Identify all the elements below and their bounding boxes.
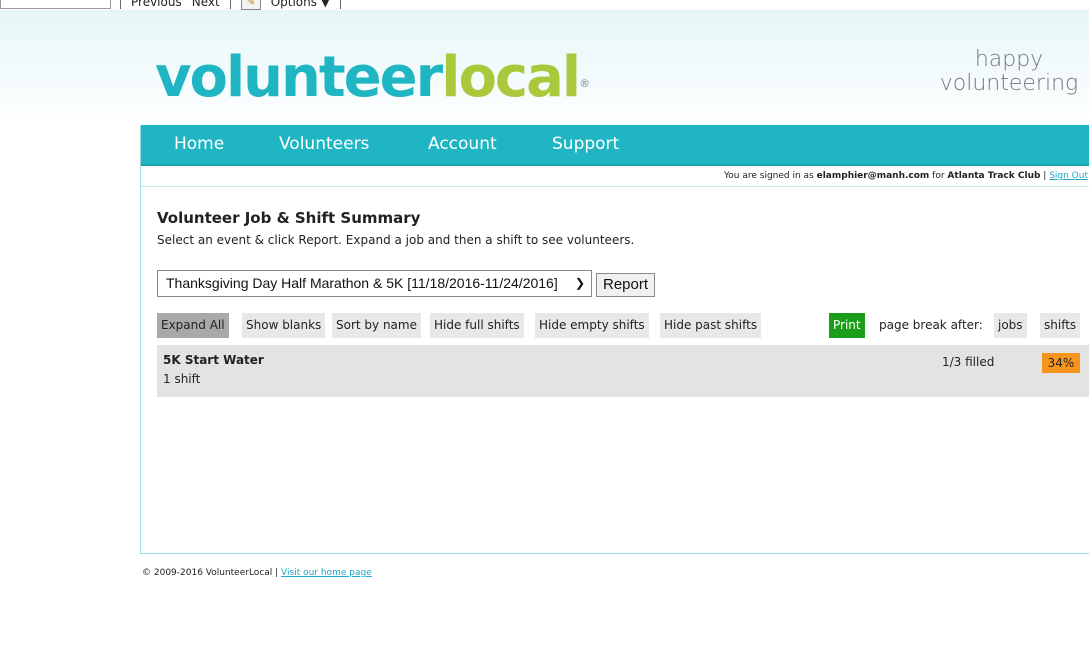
signed-in-bar: You are signed in as elamphier@manh.com … bbox=[141, 166, 1089, 187]
signed-in-middle: for bbox=[929, 171, 948, 181]
separator bbox=[229, 0, 231, 9]
hide-full-shifts-button[interactable]: Hide full shifts bbox=[430, 313, 524, 338]
signed-in-separator: | bbox=[1040, 171, 1050, 181]
logo-part-volunteer: volunteer bbox=[155, 45, 443, 110]
nav-volunteers[interactable]: Volunteers bbox=[279, 125, 369, 164]
expand-all-button[interactable]: Expand All bbox=[157, 313, 229, 338]
page-break-label: page break after: bbox=[879, 318, 983, 332]
next-button[interactable]: Next bbox=[192, 0, 220, 9]
report-button[interactable]: Report bbox=[596, 273, 656, 297]
previous-button[interactable]: Previous bbox=[131, 0, 182, 9]
main-frame: Home Volunteers Account Support You are … bbox=[140, 125, 1089, 554]
sign-out-link[interactable]: Sign Out bbox=[1049, 171, 1088, 181]
organization-name: Atlanta Track Club bbox=[947, 171, 1041, 181]
footer-copyright: © 2009-2016 VolunteerLocal bbox=[142, 568, 273, 578]
separator bbox=[120, 0, 121, 9]
hide-empty-shifts-button[interactable]: Hide empty shifts bbox=[535, 313, 649, 338]
page-break-jobs-button[interactable]: jobs bbox=[994, 313, 1027, 338]
pencil-icon[interactable]: ✎ bbox=[240, 0, 261, 10]
home-page-link[interactable]: Visit our home page bbox=[281, 568, 372, 578]
main-nav: Home Volunteers Account Support bbox=[141, 125, 1089, 166]
separator bbox=[340, 0, 342, 9]
tagline-line2: volunteering bbox=[939, 71, 1079, 96]
volunteerlocal-logo[interactable]: volunteerlocal® bbox=[155, 50, 590, 106]
event-select-value: Thanksgiving Day Half Marathon & 5K [11/… bbox=[166, 275, 558, 291]
registered-mark: ® bbox=[579, 77, 591, 90]
job-filled-count: 1/3 filled bbox=[942, 355, 995, 369]
happy-volunteering-tagline: happy volunteering bbox=[929, 48, 1089, 96]
nav-account[interactable]: Account bbox=[428, 125, 497, 164]
event-select[interactable]: Thanksgiving Day Half Marathon & 5K [11/… bbox=[157, 270, 592, 297]
footer-separator: | bbox=[272, 568, 282, 578]
job-percent-badge: 34% bbox=[1042, 353, 1080, 373]
job-shift-count: 1 shift bbox=[163, 372, 201, 386]
signed-in-text: You are signed in as elamphier@manh.com … bbox=[724, 166, 1088, 186]
job-name: 5K Start Water bbox=[163, 353, 264, 367]
page-break-shifts-button[interactable]: shifts bbox=[1040, 313, 1081, 338]
nav-home[interactable]: Home bbox=[174, 125, 224, 164]
nav-support[interactable]: Support bbox=[552, 125, 619, 164]
logo-part-local: local bbox=[441, 45, 581, 110]
find-nav: Previous Next ✎ Options ▼ bbox=[120, 0, 342, 10]
site-header: volunteerlocal® happy volunteering bbox=[0, 10, 1089, 125]
job-row[interactable]: 5K Start Water 1 shift 1/3 filled 34% bbox=[157, 345, 1089, 397]
page-title: Volunteer Job & Shift Summary bbox=[157, 209, 421, 227]
browser-toolbar: Previous Next ✎ Options ▼ bbox=[0, 0, 1089, 10]
show-blanks-button[interactable]: Show blanks bbox=[242, 313, 326, 338]
footer: © 2009-2016 VolunteerLocal | Visit our h… bbox=[142, 568, 372, 578]
print-button[interactable]: Print bbox=[829, 313, 865, 338]
user-email: elamphier@manh.com bbox=[816, 171, 930, 181]
find-input[interactable] bbox=[0, 0, 111, 9]
signed-in-prefix: You are signed in as bbox=[723, 171, 817, 181]
options-button[interactable]: Options ▼ bbox=[271, 0, 330, 9]
sort-by-name-button[interactable]: Sort by name bbox=[332, 313, 421, 338]
page-subtitle: Select an event & click Report. Expand a… bbox=[157, 233, 635, 247]
chevron-down-icon: ❯ bbox=[574, 276, 585, 290]
hide-past-shifts-button[interactable]: Hide past shifts bbox=[660, 313, 762, 338]
tagline-line1: happy bbox=[974, 47, 1044, 72]
